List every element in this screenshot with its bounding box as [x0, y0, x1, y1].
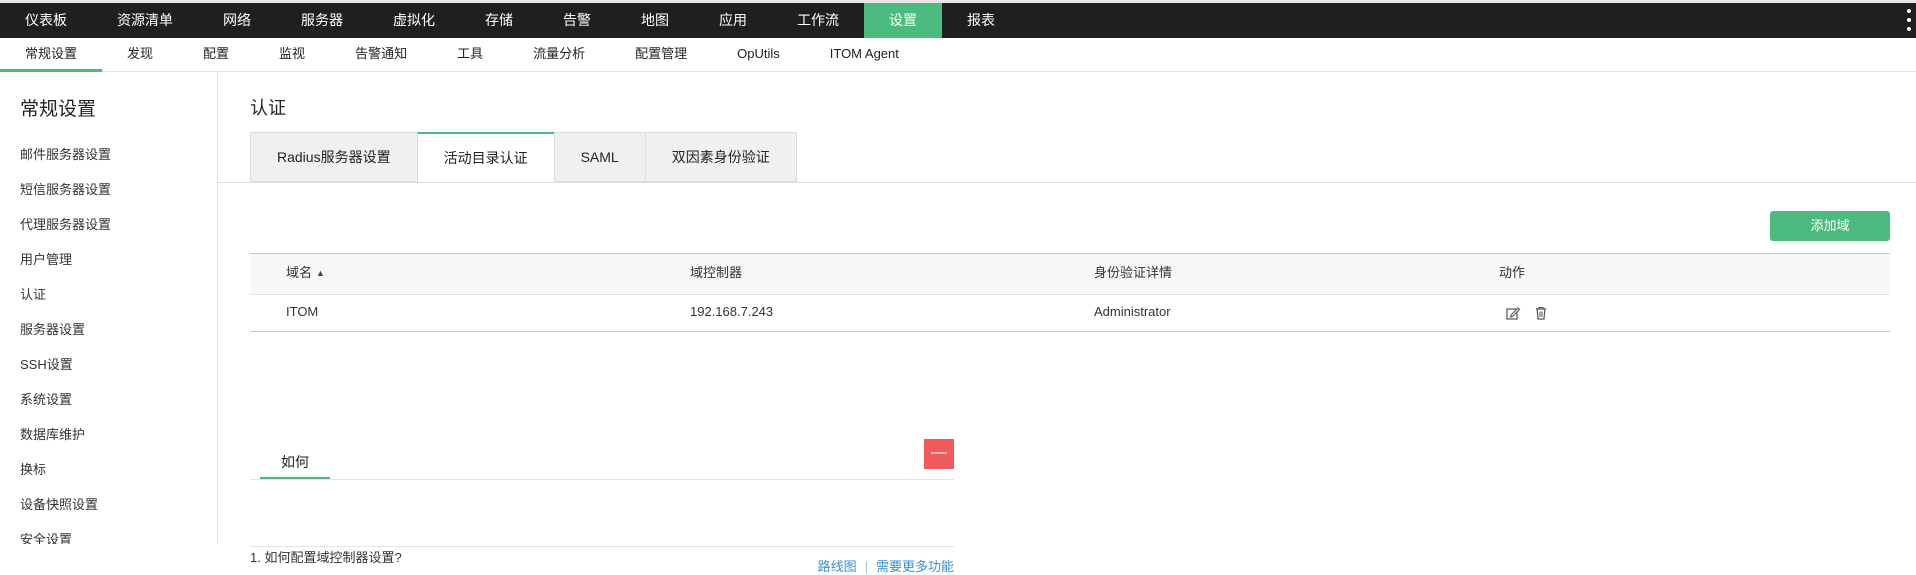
column-header-auth-details: 身份验证详情 — [1094, 265, 1173, 280]
nav-network[interactable]: 网络 — [198, 3, 276, 38]
top-navigation: 仪表板 资源清单 网络 服务器 虚拟化 存储 告警 地图 应用 工作流 设置 报… — [0, 0, 1916, 38]
subnav-monitoring[interactable]: 监视 — [254, 38, 330, 71]
sidebar-list: 邮件服务器设置 短信服务器设置 代理服务器设置 用户管理 认证 服务器设置 SS… — [20, 145, 111, 544]
request-features-link[interactable]: 需要更多功能 — [876, 559, 954, 574]
sidebar-item-sms-server[interactable]: 短信服务器设置 — [20, 180, 111, 215]
edit-icon[interactable] — [1505, 305, 1521, 321]
nav-storage[interactable]: 存储 — [460, 3, 538, 38]
howto-tab[interactable]: 如何 — [260, 445, 330, 479]
sub-navigation: 常规设置 发现 配置 监视 告警通知 工具 流量分析 配置管理 OpUtils … — [0, 38, 1916, 72]
nav-inventory[interactable]: 资源清单 — [92, 3, 198, 38]
domain-table: 域名 ▲ 域控制器 身份验证详情 动作 ITOM 192.168.7.243 Ad… — [250, 253, 1890, 332]
nav-reports[interactable]: 报表 — [942, 3, 1020, 38]
sidebar-item-authentication[interactable]: 认证 — [20, 285, 111, 320]
table-header: 域名 ▲ 域控制器 身份验证详情 动作 — [250, 253, 1890, 295]
link-separator: | — [864, 559, 868, 574]
sidebar-item-proxy-server[interactable]: 代理服务器设置 — [20, 215, 111, 250]
howto-header: 如何 — — [250, 439, 954, 480]
column-header-label: 域名 — [286, 265, 313, 280]
roadmap-link[interactable]: 路线图 — [818, 559, 857, 574]
subnav-tools[interactable]: 工具 — [432, 38, 508, 71]
column-header-domain[interactable]: 域名 ▲ — [250, 254, 654, 294]
column-header-actions: 动作 — [1499, 265, 1526, 280]
nav-maps[interactable]: 地图 — [616, 3, 694, 38]
cell-domain-name: ITOM — [286, 304, 319, 319]
nav-alarms[interactable]: 告警 — [538, 3, 616, 38]
subnav-itom-agent[interactable]: ITOM Agent — [805, 38, 924, 71]
nav-dashboard[interactable]: 仪表板 — [0, 3, 92, 38]
subnav-traffic-analysis[interactable]: 流量分析 — [508, 38, 610, 71]
subnav-general-settings[interactable]: 常规设置 — [0, 38, 103, 72]
kebab-menu-icon[interactable] — [1906, 7, 1912, 33]
nav-virtualization[interactable]: 虚拟化 — [368, 3, 460, 38]
sidebar-item-rebranding[interactable]: 换标 — [20, 460, 111, 495]
sort-asc-icon[interactable]: ▲ — [316, 254, 325, 292]
main-content: 认证 Radius服务器设置 活动目录认证 SAML 双因素身份验证 添加域 域… — [218, 72, 1916, 574]
collapse-button[interactable]: — — [924, 439, 954, 469]
column-header-domain-controller: 域控制器 — [690, 265, 743, 280]
sidebar-item-database-maintenance[interactable]: 数据库维护 — [20, 425, 111, 460]
trash-icon[interactable] — [1533, 305, 1549, 321]
tab-divider — [218, 182, 1916, 183]
sidebar-title: 常规设置 — [20, 99, 97, 120]
nav-servers[interactable]: 服务器 — [276, 3, 368, 38]
sidebar-item-system-settings[interactable]: 系统设置 — [20, 390, 111, 425]
tab-two-factor[interactable]: 双因素身份验证 — [644, 132, 797, 182]
sidebar-item-user-management[interactable]: 用户管理 — [20, 250, 111, 285]
sidebar-item-mail-server[interactable]: 邮件服务器设置 — [20, 145, 111, 180]
sidebar-item-ssh-settings[interactable]: SSH设置 — [20, 355, 111, 390]
tab-saml[interactable]: SAML — [553, 132, 645, 182]
sidebar-item-device-snapshot[interactable]: 设备快照设置 — [20, 495, 111, 530]
subnav-discovery[interactable]: 发现 — [102, 38, 178, 71]
subnav-oputils[interactable]: OpUtils — [712, 38, 805, 71]
add-domain-button[interactable]: 添加域 — [1770, 211, 1890, 241]
cell-auth-details: Administrator — [1094, 304, 1171, 319]
cell-domain-controller: 192.168.7.243 — [690, 304, 774, 319]
nav-workflow[interactable]: 工作流 — [772, 3, 864, 38]
nav-settings[interactable]: 设置 — [864, 3, 942, 38]
subnav-configuration[interactable]: 配置 — [178, 38, 254, 71]
howto-body — [250, 480, 954, 547]
subnav-notifications[interactable]: 告警通知 — [330, 38, 432, 71]
page-title: 认证 — [250, 98, 286, 118]
settings-sidebar: 常规设置 邮件服务器设置 短信服务器设置 代理服务器设置 用户管理 认证 服务器… — [0, 72, 218, 544]
nav-apps[interactable]: 应用 — [694, 3, 772, 38]
cell-actions — [1463, 295, 1890, 331]
tab-radius[interactable]: Radius服务器设置 — [250, 132, 417, 182]
sidebar-item-security-settings[interactable]: 安全设置 — [20, 530, 111, 544]
howto-panel: 如何 — 1. 如何配置域控制器设置? 路线图 | 需要更多功能 — [250, 439, 954, 574]
tab-active-directory[interactable]: 活动目录认证 — [416, 132, 554, 184]
subnav-config-management[interactable]: 配置管理 — [610, 38, 712, 71]
table-row: ITOM 192.168.7.243 Administrator — [250, 295, 1890, 332]
auth-tabs: Radius服务器设置 活动目录认证 SAML 双因素身份验证 — [250, 132, 797, 184]
howto-footer-links: 路线图 | 需要更多功能 — [818, 556, 954, 575]
sidebar-item-server-settings[interactable]: 服务器设置 — [20, 320, 111, 355]
